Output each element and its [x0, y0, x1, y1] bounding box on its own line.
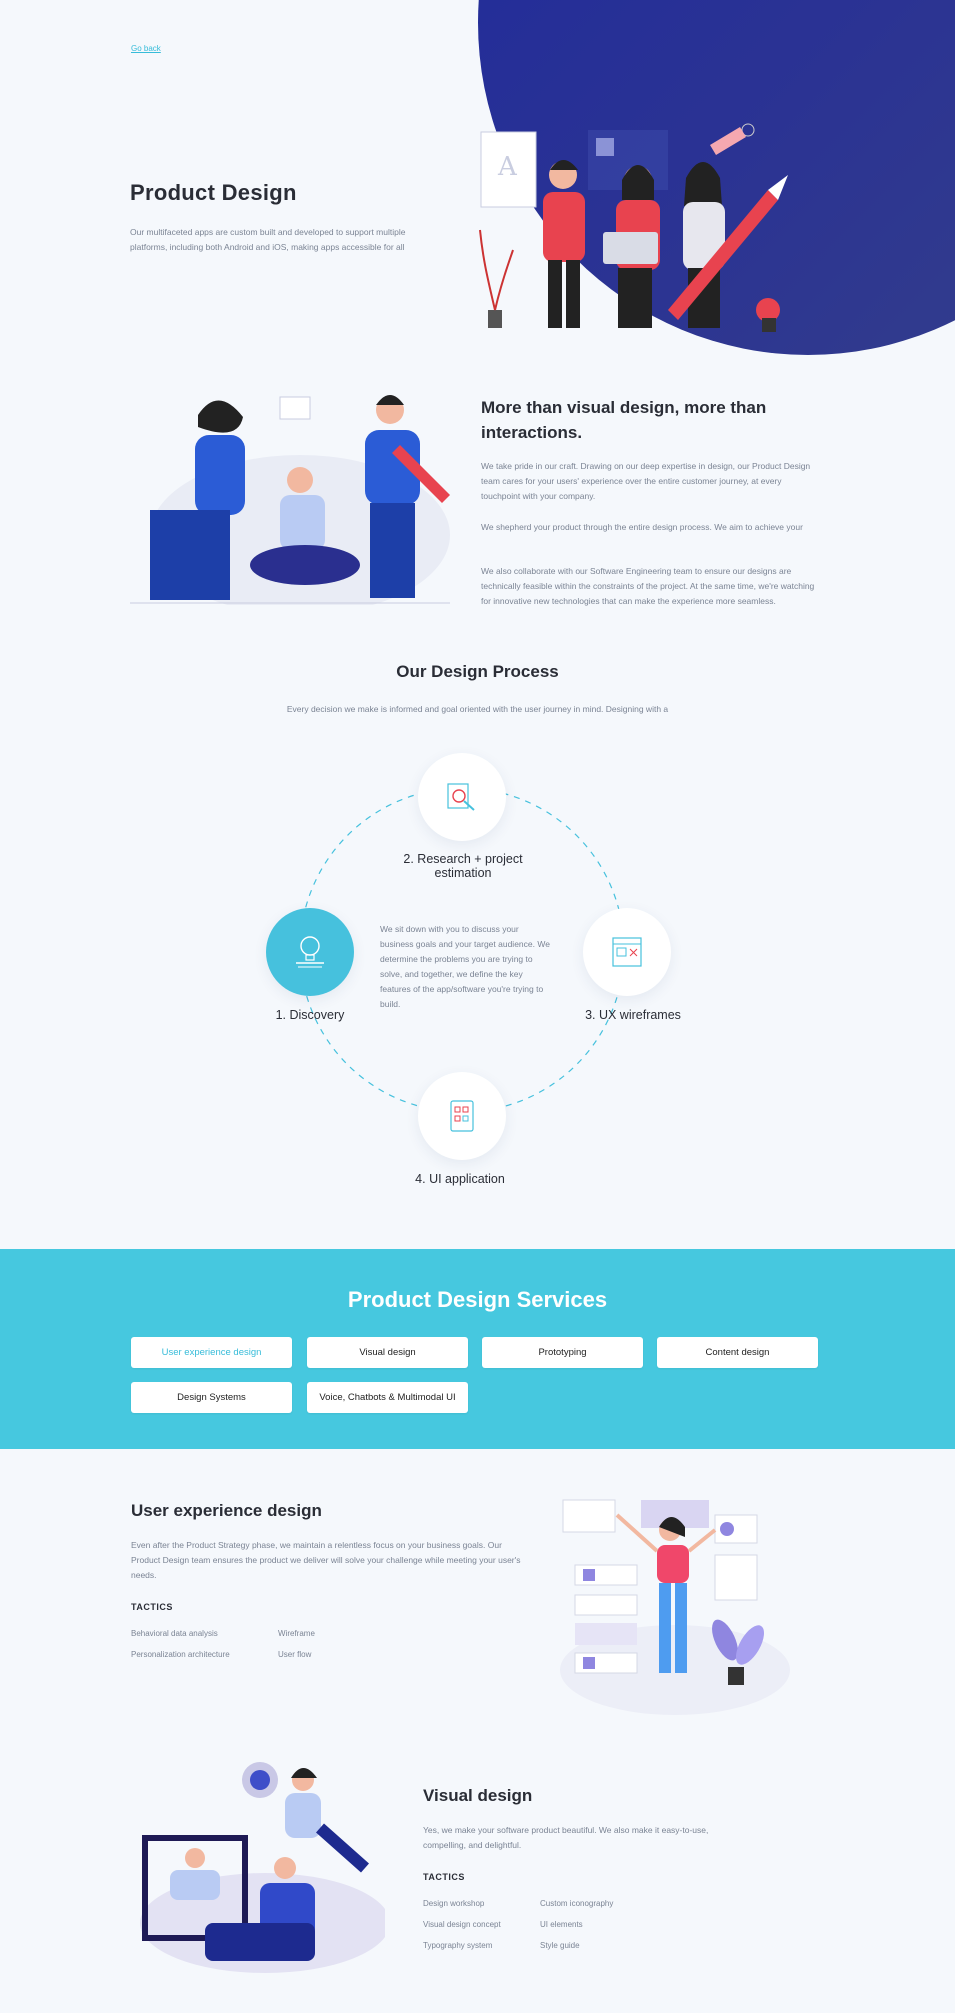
ux-tactic: Behavioral data analysis — [131, 1629, 218, 1638]
service-pill-prototyping[interactable]: Prototyping — [482, 1337, 643, 1368]
process-step-wireframes[interactable] — [583, 908, 671, 996]
page-title: Product Design — [130, 180, 297, 205]
visual-tactic: Style guide — [540, 1941, 580, 1950]
ui-application-icon — [450, 1100, 474, 1132]
wireframe-icon — [612, 937, 642, 967]
process-title: Our Design Process — [396, 662, 559, 681]
services-title: Product Design Services — [347, 1287, 608, 1312]
visual-tactic: Design workshop — [423, 1899, 485, 1908]
process-step-ui-application[interactable] — [418, 1072, 506, 1160]
process-subtitle: Every decision we make is informed and g… — [286, 704, 669, 714]
visual-heading: Visual design — [423, 1786, 533, 1805]
svg-text:A: A — [497, 152, 518, 182]
visual-description: Yes, we make your software product beaut… — [423, 1825, 709, 1850]
ux-tactic: Wireframe — [278, 1629, 315, 1638]
ux-tactics-label: TACTICS — [131, 1602, 173, 1612]
visual-tactic: Visual design concept — [423, 1920, 501, 1929]
about-heading: More than visual design, more than inter… — [481, 398, 767, 442]
hero-description: Our multifaceted apps are custom built a… — [130, 227, 406, 252]
lightbulb-icon — [296, 936, 324, 968]
process-step-description: We sit down with you to discuss your bus… — [380, 924, 550, 1009]
visual-design-illustration — [140, 1762, 385, 1973]
process-step-label: 1. Discovery — [275, 1008, 345, 1022]
collaboration-illustration — [130, 395, 450, 605]
service-pill-user-experience-design[interactable]: User experience design — [131, 1337, 292, 1368]
process-step-label: 4. UI application — [415, 1172, 505, 1186]
about-paragraph-2: We shepherd your product through the ent… — [481, 522, 803, 532]
ux-tactic: User flow — [278, 1650, 312, 1659]
hero-team-illustration: A — [479, 123, 788, 332]
visual-tactics-label: TACTICS — [423, 1872, 465, 1882]
ux-illustration — [560, 1499, 790, 1715]
service-pill-design-systems[interactable]: Design Systems — [131, 1382, 292, 1413]
research-magnifier-icon — [447, 783, 475, 811]
service-pill-voice-chatbots[interactable]: Voice, Chatbots & Multimodal UI — [307, 1382, 468, 1413]
process-step-label: 3. UX wireframes — [585, 1008, 681, 1022]
service-pill-visual-design[interactable]: Visual design — [307, 1337, 468, 1368]
visual-tactic: Typography system — [423, 1941, 493, 1950]
ux-description: Even after the Product Strategy phase, w… — [131, 1540, 521, 1580]
service-pill-content-design[interactable]: Content design — [657, 1337, 818, 1368]
visual-tactic: UI elements — [540, 1920, 583, 1929]
about-paragraph-3: We also collaborate with our Software En… — [481, 566, 815, 606]
ux-tactic: Personalization architecture — [131, 1650, 230, 1659]
process-step-discovery[interactable] — [266, 908, 354, 996]
go-back-link[interactable]: Go back — [131, 44, 161, 53]
about-paragraph-1: We take pride in our craft. Drawing on o… — [481, 461, 811, 501]
visual-tactic: Custom iconography — [540, 1899, 614, 1908]
process-step-research[interactable] — [418, 753, 506, 841]
ux-heading: User experience design — [131, 1501, 322, 1520]
process-step-label: 2. Research + project estimation — [403, 852, 523, 880]
